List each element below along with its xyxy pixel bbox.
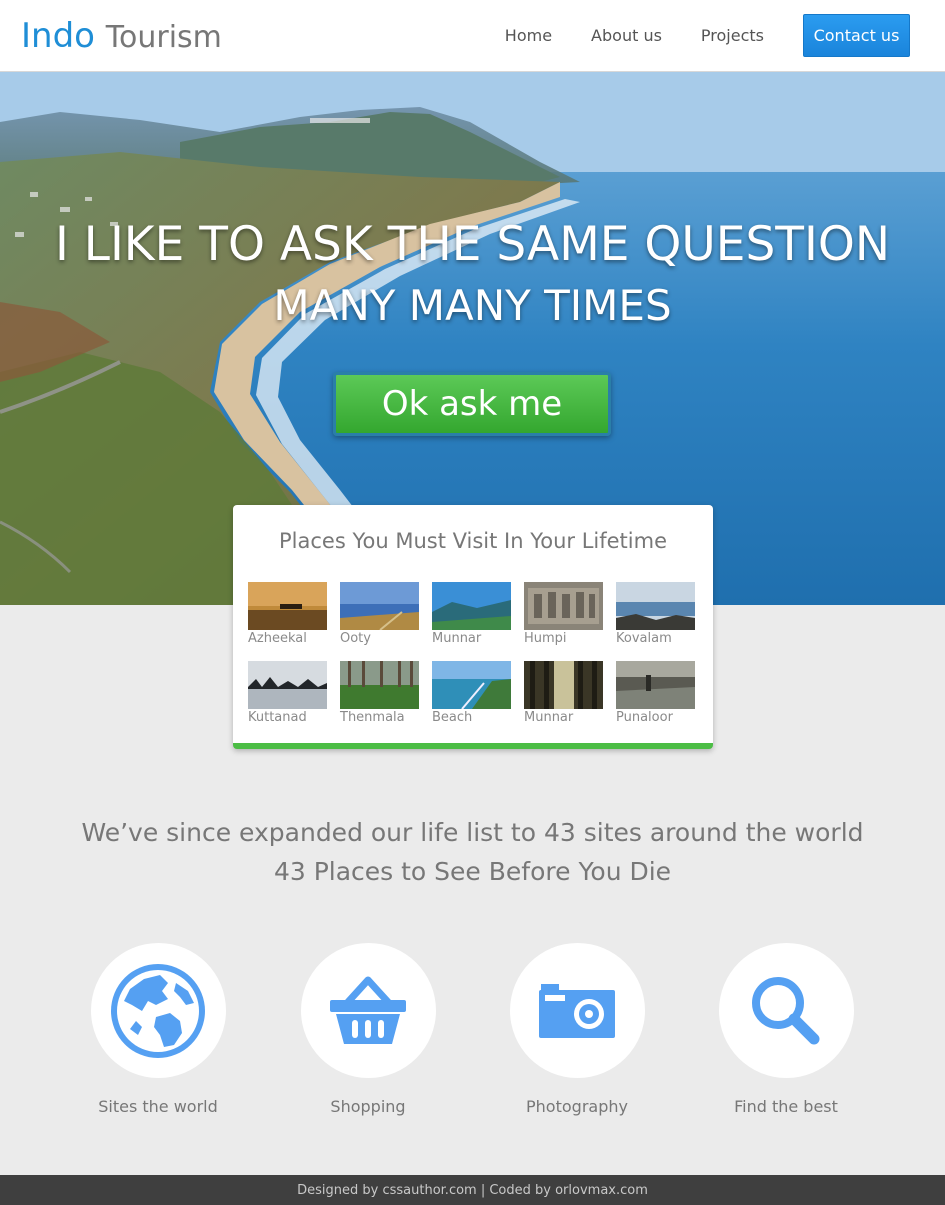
contact-us-button[interactable]: Contact us	[803, 14, 910, 57]
place-thumb[interactable]: Punaloor	[616, 661, 695, 726]
place-photo	[340, 582, 419, 630]
nav-about-link[interactable]: About us	[591, 26, 662, 45]
feature-circle[interactable]	[718, 943, 854, 1078]
place-label: Thenmala	[340, 710, 405, 725]
place-label: Azheekal	[248, 631, 307, 646]
logo-tourism: Tourism	[105, 20, 222, 55]
place-label: Punaloor	[616, 710, 673, 725]
globe-icon	[111, 963, 205, 1058]
hero-subtitle: MANY MANY TIMES	[273, 281, 672, 330]
site-footer: Designed by cssauthor.com | Coded by orl…	[0, 1175, 945, 1205]
place-thumb[interactable]: Beach	[432, 661, 511, 726]
place-photo	[248, 661, 327, 709]
feature-circle[interactable]	[300, 943, 436, 1078]
places-card-title: Places You Must Visit In Your Lifetime	[279, 529, 667, 553]
place-photo	[248, 582, 327, 630]
camera-icon	[539, 983, 615, 1038]
place-photo	[524, 582, 603, 630]
place-thumb[interactable]: Kovalam	[616, 582, 695, 647]
basket-icon	[330, 976, 406, 1044]
place-thumb[interactable]: Munnar	[524, 661, 603, 726]
place-photo	[616, 582, 695, 630]
site-header: Indo Tourism Home About us Projects Cont…	[0, 0, 945, 72]
place-label: Munnar	[432, 631, 482, 646]
main-nav: Home About us Projects Contact us	[466, 14, 910, 57]
place-label: Humpi	[524, 631, 567, 646]
ok-ask-me-button[interactable]: Ok ask me	[333, 372, 611, 436]
place-thumb[interactable]: Humpi	[524, 582, 603, 647]
place-label: Beach	[432, 710, 473, 725]
place-thumb[interactable]: Kuttanad	[248, 661, 327, 726]
feature-label: Find the best	[734, 1097, 838, 1116]
place-thumb[interactable]: Munnar	[432, 582, 511, 647]
nav-home-link[interactable]: Home	[505, 26, 552, 45]
place-photo	[432, 661, 511, 709]
feature-circle[interactable]	[90, 943, 226, 1078]
place-label: Kovalam	[616, 631, 672, 646]
feature-photography: Photography	[477, 943, 677, 1116]
feature-label: Sites the world	[98, 1097, 218, 1116]
place-photo	[616, 661, 695, 709]
feature-find-best: Find the best	[686, 943, 886, 1116]
place-thumb[interactable]: Azheekal	[248, 582, 327, 647]
place-thumb[interactable]: Thenmala	[340, 661, 419, 726]
feature-label: Photography	[526, 1097, 628, 1116]
place-thumb[interactable]: Ooty	[340, 582, 419, 647]
tagline-line-2: 43 Places to See Before You Die	[273, 857, 672, 886]
place-photo	[524, 661, 603, 709]
feature-sites-world: Sites the world	[58, 943, 258, 1116]
feature-circle[interactable]	[509, 943, 645, 1078]
logo-brand: Indo	[21, 16, 95, 56]
place-label: Ooty	[340, 631, 371, 646]
places-card: Places You Must Visit In Your Lifetime A…	[233, 505, 713, 749]
feature-label: Shopping	[330, 1097, 406, 1116]
place-label: Kuttanad	[248, 710, 307, 725]
tagline-line-1: We’ve since expanded our life list to 43…	[81, 818, 864, 847]
site-logo[interactable]: Indo Tourism	[21, 14, 222, 60]
place-photo	[340, 661, 419, 709]
nav-projects-link[interactable]: Projects	[701, 26, 764, 45]
footer-credits: Designed by cssauthor.com | Coded by orl…	[297, 1182, 648, 1198]
place-photo	[432, 582, 511, 630]
place-label: Munnar	[524, 710, 574, 725]
feature-shopping: Shopping	[268, 943, 468, 1116]
search-icon	[752, 976, 820, 1044]
hero-title: I LIKE TO ASK THE SAME QUESTION	[54, 217, 891, 272]
